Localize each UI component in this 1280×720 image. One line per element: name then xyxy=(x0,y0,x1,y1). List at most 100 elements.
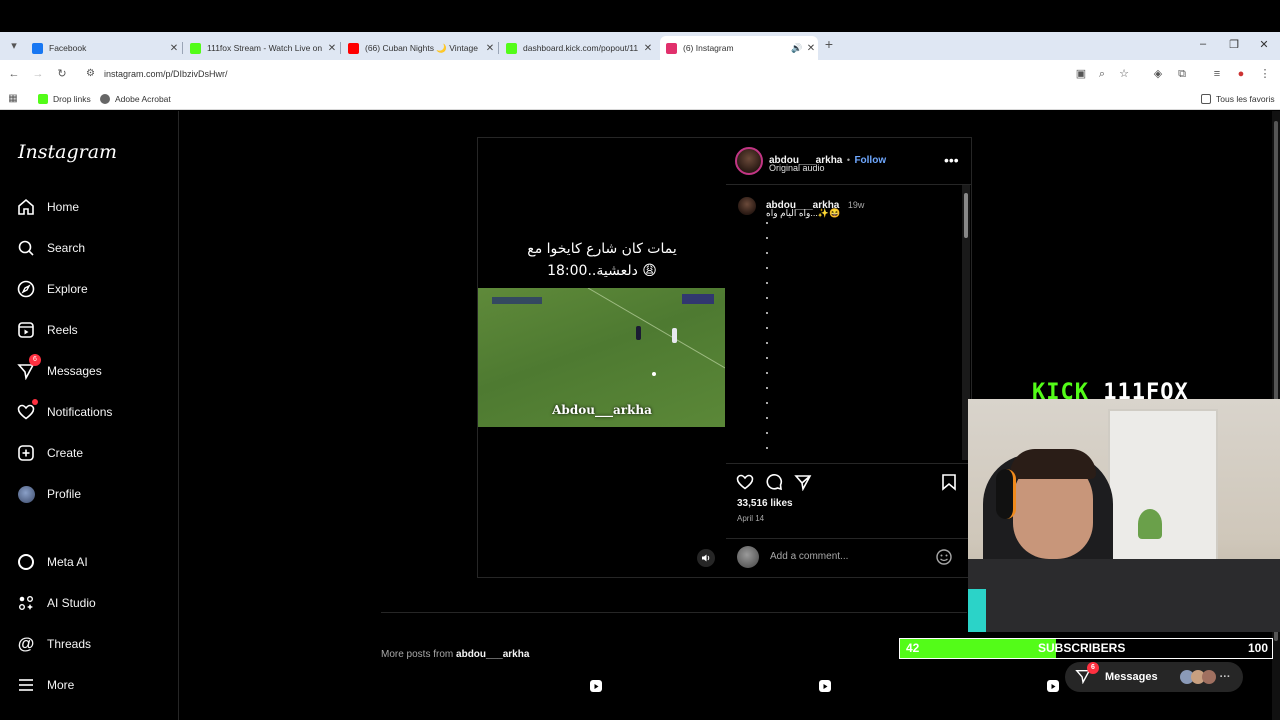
tab-cuban-nights[interactable]: (66) Cuban Nights 🌙 Vintage ✕ xyxy=(342,36,497,60)
tab-divider xyxy=(182,42,183,54)
sidebar-item-notifications[interactable]: Notifications xyxy=(16,399,113,424)
back-arrow-icon[interactable]: ← xyxy=(6,66,22,82)
reels-icon[interactable] xyxy=(818,679,832,693)
compass-icon xyxy=(16,279,36,299)
caption-dot xyxy=(766,432,768,434)
apps-grid-icon[interactable]: ▦ xyxy=(5,91,21,107)
sidebar-item-threads[interactable]: @ Threads xyxy=(16,632,91,656)
close-icon[interactable]: ✕ xyxy=(325,43,339,54)
folder-icon xyxy=(1201,94,1211,104)
messenger-icon: 6 xyxy=(16,354,41,381)
bookmark-adobe-acrobat[interactable]: Adobe Acrobat xyxy=(100,92,171,106)
sidebar-item-meta-ai[interactable]: Meta AI xyxy=(16,550,88,574)
tab-instagram[interactable]: (6) Instagram 🔊 ✕ xyxy=(660,36,818,60)
streamer-shirt xyxy=(968,559,1280,632)
speaker-icon[interactable]: 🔊 xyxy=(790,43,804,54)
plant xyxy=(1138,509,1162,539)
sidebar-item-create[interactable]: Create xyxy=(16,441,83,465)
media-control-icon[interactable]: ≡ xyxy=(1209,66,1225,82)
reels-icon[interactable] xyxy=(1046,679,1060,693)
reels-icon xyxy=(16,320,36,340)
subs-label: SUBSCRIBERS xyxy=(1038,641,1126,655)
sidebar-item-home[interactable]: Home xyxy=(16,195,79,219)
close-icon[interactable]: ✕ xyxy=(483,43,497,54)
sidebar-item-profile[interactable]: Profile xyxy=(16,482,81,506)
tab-kick-dashboard[interactable]: dashboard.kick.com/popout/11 ✕ xyxy=(500,36,655,60)
site-info-icon[interactable]: ⚙ xyxy=(86,63,95,85)
tab-search-chevron-icon[interactable]: ▾ xyxy=(6,38,22,54)
caption-dots-column xyxy=(766,222,770,462)
original-audio-link[interactable]: Original audio xyxy=(769,163,825,173)
nav-label: Notifications xyxy=(47,405,113,419)
bookmark-icon[interactable] xyxy=(941,473,957,491)
avatar[interactable] xyxy=(738,197,756,215)
sidebar-item-messages[interactable]: 6 Messages xyxy=(16,354,102,383)
facebook-icon xyxy=(32,42,43,54)
emoji-icon[interactable] xyxy=(935,548,953,566)
minimize-icon[interactable]: – xyxy=(1195,38,1211,50)
bookmark-star-icon[interactable]: ☆ xyxy=(1116,66,1132,82)
reel-video[interactable]: يمات كان شارع كايخوا مع 😩 دلعشية..18:00 … xyxy=(478,138,726,577)
close-icon[interactable]: ✕ xyxy=(804,43,818,54)
sidebar-item-reels[interactable]: Reels xyxy=(16,318,78,342)
nav-label: Reels xyxy=(47,323,78,337)
messages-floating-button[interactable]: 6 Messages ··· xyxy=(1065,662,1243,692)
tab-111fox-stream[interactable]: 111fox Stream - Watch Live on ✕ xyxy=(184,36,339,60)
post-details-panel: abdou___arkha • Follow Original audio ••… xyxy=(726,138,971,577)
caption-dot xyxy=(766,237,768,239)
scrollbar-thumb[interactable] xyxy=(964,193,968,238)
cast-icon[interactable]: ▣ xyxy=(1073,66,1089,82)
maximize-icon[interactable]: ❐ xyxy=(1226,38,1242,51)
light-strip xyxy=(968,589,986,632)
tab-label: (66) Cuban Nights 🌙 Vintage xyxy=(365,42,478,53)
bookmarks-bar: ▦ Drop links Adobe Acrobat Tous les favo… xyxy=(0,88,1280,110)
nav-label: Search xyxy=(47,241,86,255)
profile-avatar-icon[interactable]: ● xyxy=(1233,66,1249,82)
more-posts-username[interactable]: abdou___arkha xyxy=(456,649,529,660)
speaker-icon[interactable] xyxy=(697,549,715,567)
close-icon[interactable]: ✕ xyxy=(641,43,655,54)
instagram-logo[interactable]: Instagram xyxy=(18,141,117,163)
zoom-icon[interactable]: ⌕ xyxy=(1094,66,1110,82)
caption-dot xyxy=(766,417,768,419)
avatar xyxy=(1201,670,1216,684)
more-options-icon[interactable]: ••• xyxy=(944,152,959,168)
all-bookmarks-folder[interactable]: Tous les favoris xyxy=(1201,92,1275,106)
new-tab-plus-icon[interactable]: + xyxy=(821,36,837,52)
url-field[interactable]: ⚙ instagram.com/p/DIbzivDsHwr/ xyxy=(80,63,1140,85)
tab-facebook[interactable]: Facebook ✕ xyxy=(26,36,181,60)
heart-icon[interactable] xyxy=(736,473,754,491)
comment-icon[interactable] xyxy=(765,473,783,491)
close-icon[interactable]: ✕ xyxy=(167,43,181,54)
sidebar-item-ai-studio[interactable]: AI Studio xyxy=(16,591,96,615)
share-icon[interactable] xyxy=(794,473,812,491)
follow-button[interactable]: Follow xyxy=(854,155,886,166)
avatar[interactable] xyxy=(735,147,763,175)
caption-text: واه اليام واه...✨😆 xyxy=(766,208,841,218)
menu-kebab-icon[interactable]: ⋮ xyxy=(1257,66,1273,82)
close-window-icon[interactable]: ✕ xyxy=(1256,38,1272,51)
likes-count[interactable]: 33,516 likes xyxy=(737,498,793,509)
plus-square-icon xyxy=(16,443,36,463)
sidebar-item-search[interactable]: Search xyxy=(16,236,85,260)
reels-icon[interactable] xyxy=(589,679,603,693)
video-caption-line-1: يمات كان شارع كايخوا مع xyxy=(527,241,677,257)
puzzle-icon[interactable]: ⧉ xyxy=(1174,66,1190,82)
heart-icon xyxy=(16,399,38,422)
more-posts-prefix: More posts from xyxy=(381,649,454,660)
tab-label: (6) Instagram xyxy=(683,43,734,53)
extension-icon[interactable]: ◈ xyxy=(1150,66,1166,82)
player-figure xyxy=(672,328,677,343)
instagram-icon xyxy=(666,42,677,54)
kick-wordmark: KICK xyxy=(1032,380,1104,405)
sidebar-item-explore[interactable]: Explore xyxy=(16,277,88,301)
add-comment-input[interactable]: Add a comment... xyxy=(770,551,848,562)
sidebar-item-more[interactable]: More xyxy=(16,673,74,697)
hamburger-menu-icon xyxy=(16,675,36,695)
forward-arrow-icon[interactable]: → xyxy=(30,66,46,82)
bookmark-drop-links[interactable]: Drop links xyxy=(38,92,91,106)
search-icon xyxy=(16,238,36,258)
messages-label: Messages xyxy=(1105,671,1158,683)
tab-strip: ▾ Facebook ✕ 111fox Stream - Watch Live … xyxy=(0,32,1280,60)
reload-icon[interactable]: ↻ xyxy=(54,66,70,82)
